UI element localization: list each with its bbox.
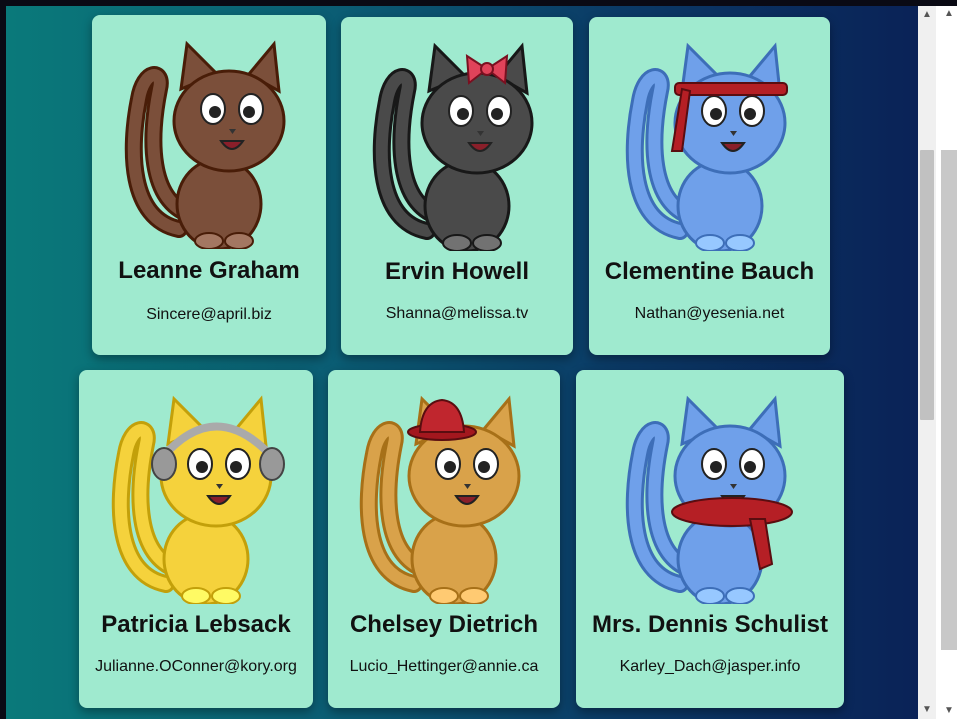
cat-avatar (589, 31, 830, 251)
scroll-up-icon[interactable]: ▲ (918, 6, 936, 24)
cat-pupil (478, 461, 490, 473)
user-name: Chelsey Dietrich (349, 611, 539, 638)
cat-avatar (576, 384, 844, 604)
outer-scroll-up-icon[interactable]: ▲ (941, 6, 957, 22)
headphone-cup (259, 447, 285, 481)
cat-avatar (92, 29, 326, 249)
headphone-cup (151, 447, 177, 481)
user-card[interactable]: Ervin Howell Shanna@melissa.tv (341, 17, 573, 355)
user-card[interactable]: Clementine Bauch Nathan@yesenia.net (589, 17, 830, 355)
cat-paw (194, 232, 224, 249)
cat-pupil (710, 461, 722, 473)
user-email: Shanna@melissa.tv (385, 305, 529, 322)
user-name: Ervin Howell (384, 258, 530, 285)
cat-head (172, 69, 286, 173)
cat-paw (695, 587, 725, 604)
user-email: Julianne.OConner@kory.org (95, 658, 297, 675)
cat-pupil (230, 461, 242, 473)
cat-pupil (709, 108, 722, 120)
user-card[interactable]: Mrs. Dennis Schulist Karley_Dach@jasper.… (576, 370, 844, 708)
cat-head (420, 71, 534, 175)
user-card[interactable]: Chelsey Dietrich Lucio_Hettinger@annie.c… (328, 370, 560, 708)
cat-paw (181, 587, 211, 604)
headband-icon (673, 82, 788, 96)
page-viewport: Leanne Graham Sincere@april.biz Ervin Ho… (0, 0, 957, 719)
scroll-down-icon[interactable]: ▼ (918, 701, 936, 719)
cat-pupil (744, 461, 756, 473)
user-email: Nathan@yesenia.net (634, 305, 785, 322)
user-card[interactable]: Leanne Graham Sincere@april.biz (92, 15, 326, 355)
cat-paw (459, 587, 489, 604)
window-top-border (0, 0, 957, 6)
scarf-icon (671, 497, 793, 527)
user-email: Karley_Dach@jasper.info (619, 658, 801, 675)
user-name: Leanne Graham (118, 257, 300, 284)
cat-paw (442, 234, 472, 251)
cat-pupil (743, 108, 756, 120)
cat-avatar (341, 31, 573, 251)
cat-pupil (196, 461, 208, 473)
cat-paw (724, 234, 755, 251)
cat-avatar (79, 384, 313, 604)
cat-head (407, 424, 521, 528)
outer-scroll-down-icon[interactable]: ▼ (941, 703, 957, 719)
cat-pupil (243, 106, 255, 118)
scrollbar-thumb[interactable] (920, 150, 934, 420)
cat-paw (725, 587, 755, 604)
window-left-border (0, 0, 6, 719)
user-email: Lucio_Hettinger@annie.ca (349, 658, 539, 675)
cat-pupil (457, 108, 469, 120)
cat-avatar (328, 384, 560, 604)
user-card[interactable]: Patricia Lebsack Julianne.OConner@kory.o… (79, 370, 313, 708)
cat-paw (224, 232, 254, 249)
outer-scrollbar-thumb[interactable] (941, 150, 957, 650)
user-name: Clementine Bauch (604, 258, 815, 285)
cat-pupil (444, 461, 456, 473)
user-email: Sincere@april.biz (146, 306, 272, 323)
cat-paw (211, 587, 241, 604)
cat-pupil (209, 106, 221, 118)
cat-paw (472, 234, 502, 251)
user-name: Mrs. Dennis Schulist (591, 611, 829, 638)
cat-pupil (491, 108, 503, 120)
vertical-scrollbar[interactable]: ▲ ▼ (918, 6, 936, 719)
cat-paw (429, 587, 459, 604)
user-name: Patricia Lebsack (101, 611, 291, 638)
bow-knot (480, 62, 494, 76)
cat-paw (694, 234, 725, 251)
